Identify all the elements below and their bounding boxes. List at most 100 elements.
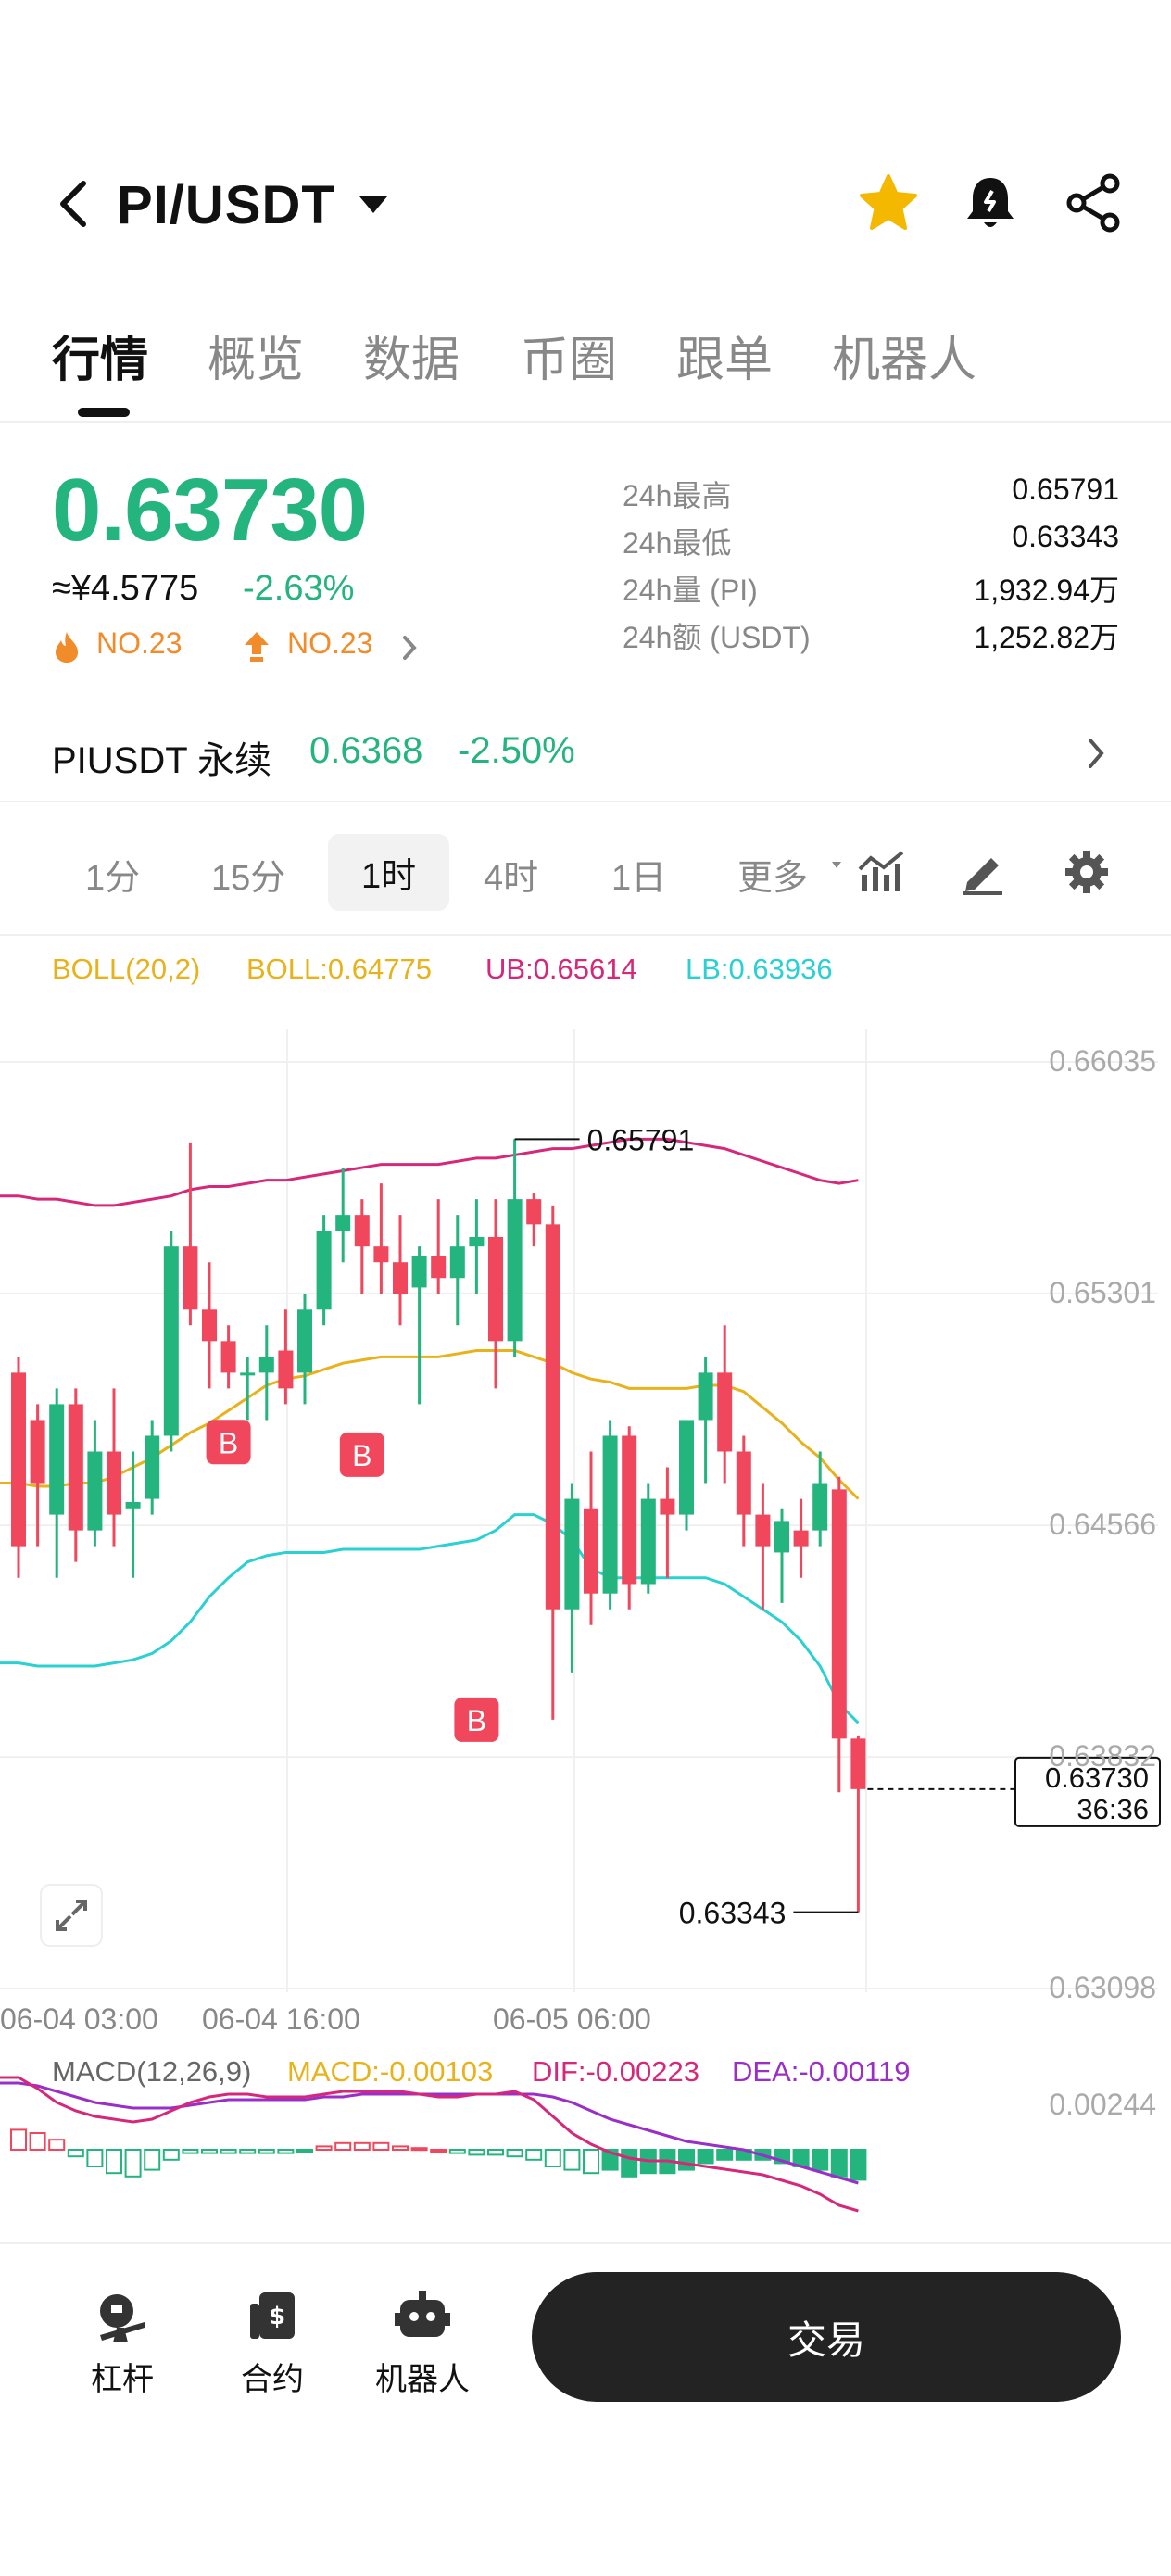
macd-bar bbox=[144, 2149, 161, 2171]
interval-1m[interactable]: 1分 bbox=[85, 849, 140, 900]
candle-body bbox=[736, 1451, 751, 1515]
buy-marker-label: B bbox=[219, 1426, 238, 1459]
macd-bar bbox=[583, 2149, 599, 2175]
macd-bar bbox=[850, 2149, 867, 2181]
macd-bar bbox=[67, 2149, 84, 2158]
dif-line bbox=[0, 2076, 859, 2213]
tab-overview[interactable]: 概览 bbox=[208, 321, 304, 390]
interval-1h[interactable]: 1时 bbox=[328, 834, 450, 911]
tab-bots[interactable]: 机器人 bbox=[832, 321, 976, 390]
interval-4h[interactable]: 4时 bbox=[484, 849, 538, 900]
contract-label: 合约 bbox=[241, 2362, 304, 2397]
perpetual-row[interactable]: PIUSDT 永续 0.6368 -2.50% bbox=[0, 713, 1171, 802]
back-icon[interactable] bbox=[48, 176, 104, 232]
chevron-down-icon[interactable] bbox=[830, 858, 843, 871]
gainer-rank[interactable]: NO.23 bbox=[287, 626, 372, 661]
boll-lower-line bbox=[0, 1513, 860, 1724]
macd-bar bbox=[182, 2149, 199, 2154]
candle-body bbox=[354, 1215, 370, 1247]
boll-value: BOLL:0.64775 bbox=[246, 953, 432, 985]
macd-bar bbox=[487, 2149, 504, 2156]
svg-text:$: $ bbox=[269, 2303, 285, 2330]
time-tick: 06-05 06:00 bbox=[493, 2002, 651, 2029]
price-tick: 0.65301 bbox=[1049, 1276, 1156, 1309]
chevron-down-icon[interactable] bbox=[358, 193, 389, 217]
candle-body bbox=[622, 1435, 637, 1585]
stat-turnover-label: 24h额 (USDT) bbox=[623, 621, 811, 654]
price-tick: 0.63832 bbox=[1049, 1739, 1156, 1773]
perp-name: PIUSDT 永续 bbox=[52, 740, 272, 781]
macd-name: MACD(12,26,9) bbox=[52, 2055, 252, 2088]
indicator-icon[interactable] bbox=[856, 847, 906, 897]
macd-bar bbox=[525, 2149, 543, 2161]
bell-icon[interactable] bbox=[958, 170, 1023, 235]
candle-body bbox=[125, 1501, 141, 1509]
candle-body bbox=[11, 1372, 26, 1547]
macd-bar bbox=[410, 2147, 428, 2152]
candle-body bbox=[393, 1262, 408, 1294]
candle-body bbox=[163, 1246, 179, 1436]
tab-community[interactable]: 币圈 bbox=[521, 321, 617, 390]
hot-rank[interactable]: NO.23 bbox=[96, 626, 182, 661]
draw-tool-icon[interactable] bbox=[958, 847, 1008, 897]
candle-body bbox=[526, 1199, 542, 1225]
high-label: 0.65791 bbox=[587, 1123, 695, 1156]
tab-data[interactable]: 数据 bbox=[363, 321, 460, 390]
interval-bar: 1分 15分 1时 4时 1日 更多 bbox=[0, 815, 1171, 936]
last-price: 0.63730 bbox=[52, 461, 368, 560]
robot-button[interactable]: 机器人 bbox=[367, 2287, 478, 2399]
stat-volume-label: 24h量 (PI) bbox=[623, 574, 758, 607]
market-tabs: 行情 概览 数据 币圈 跟单 机器人 bbox=[0, 306, 1171, 423]
macd-bar bbox=[448, 2149, 466, 2154]
candle-body bbox=[87, 1451, 103, 1531]
macd-bar bbox=[106, 2149, 122, 2175]
macd-bar bbox=[716, 2149, 734, 2161]
leverage-button[interactable]: 杠杆 bbox=[67, 2287, 178, 2399]
macd-bar bbox=[48, 2139, 66, 2151]
candle-body bbox=[488, 1236, 503, 1342]
candle-body bbox=[698, 1372, 713, 1421]
dea-line bbox=[0, 2081, 859, 2185]
chevron-right-icon[interactable] bbox=[1086, 736, 1106, 771]
candle-body bbox=[717, 1372, 733, 1452]
interval-more[interactable]: 更多 bbox=[737, 849, 808, 900]
tab-copy-trading[interactable]: 跟单 bbox=[676, 321, 773, 390]
candle-body bbox=[431, 1256, 447, 1279]
macd-bar bbox=[201, 2149, 218, 2154]
candle-body bbox=[469, 1236, 485, 1247]
buy-marker-label: B bbox=[352, 1439, 371, 1472]
candle-body bbox=[507, 1199, 523, 1342]
candle-body bbox=[602, 1435, 618, 1594]
robot-label: 机器人 bbox=[375, 2362, 470, 2397]
candlestick-chart[interactable]: B BB 0.657910.633430.6373036:36 0.660350.… bbox=[0, 1029, 1171, 2029]
settings-gear-icon[interactable] bbox=[1062, 847, 1112, 897]
candle-body bbox=[107, 1451, 121, 1515]
macd-bar bbox=[430, 2149, 447, 2153]
candle-body bbox=[679, 1420, 694, 1515]
macd-bar bbox=[86, 2149, 104, 2167]
macd-bar bbox=[277, 2149, 295, 2154]
price-tick: 0.63098 bbox=[1049, 1971, 1156, 2004]
tab-market[interactable]: 行情 bbox=[52, 321, 148, 390]
chevron-right-icon[interactable] bbox=[400, 634, 419, 662]
share-icon[interactable] bbox=[1062, 170, 1127, 235]
arrow-up-icon bbox=[245, 632, 269, 662]
stat-low-label: 24h最低 bbox=[623, 526, 732, 560]
stat-volume-value: 1,932.94万 bbox=[974, 574, 1119, 607]
trade-button[interactable]: 交易 bbox=[532, 2272, 1121, 2402]
macd-tick: 0.00244 bbox=[1049, 2088, 1156, 2121]
interval-15m[interactable]: 15分 bbox=[211, 849, 285, 900]
stat-high-value: 0.65791 bbox=[1012, 473, 1119, 506]
candle-body bbox=[316, 1231, 332, 1310]
candle-body bbox=[335, 1215, 351, 1231]
dif-value: DIF:-0.00223 bbox=[532, 2055, 699, 2088]
pair-title[interactable]: PI/USDT bbox=[117, 174, 335, 236]
contract-button[interactable]: $ 合约 bbox=[217, 2287, 328, 2399]
star-icon[interactable] bbox=[856, 170, 921, 235]
candle-body bbox=[850, 1738, 866, 1789]
price-tick: 0.66035 bbox=[1049, 1044, 1156, 1078]
interval-1d[interactable]: 1日 bbox=[611, 849, 666, 900]
fullscreen-icon[interactable] bbox=[39, 1883, 104, 1948]
buy-markers[interactable]: B B B bbox=[206, 1420, 499, 1742]
candle-body bbox=[145, 1435, 160, 1499]
